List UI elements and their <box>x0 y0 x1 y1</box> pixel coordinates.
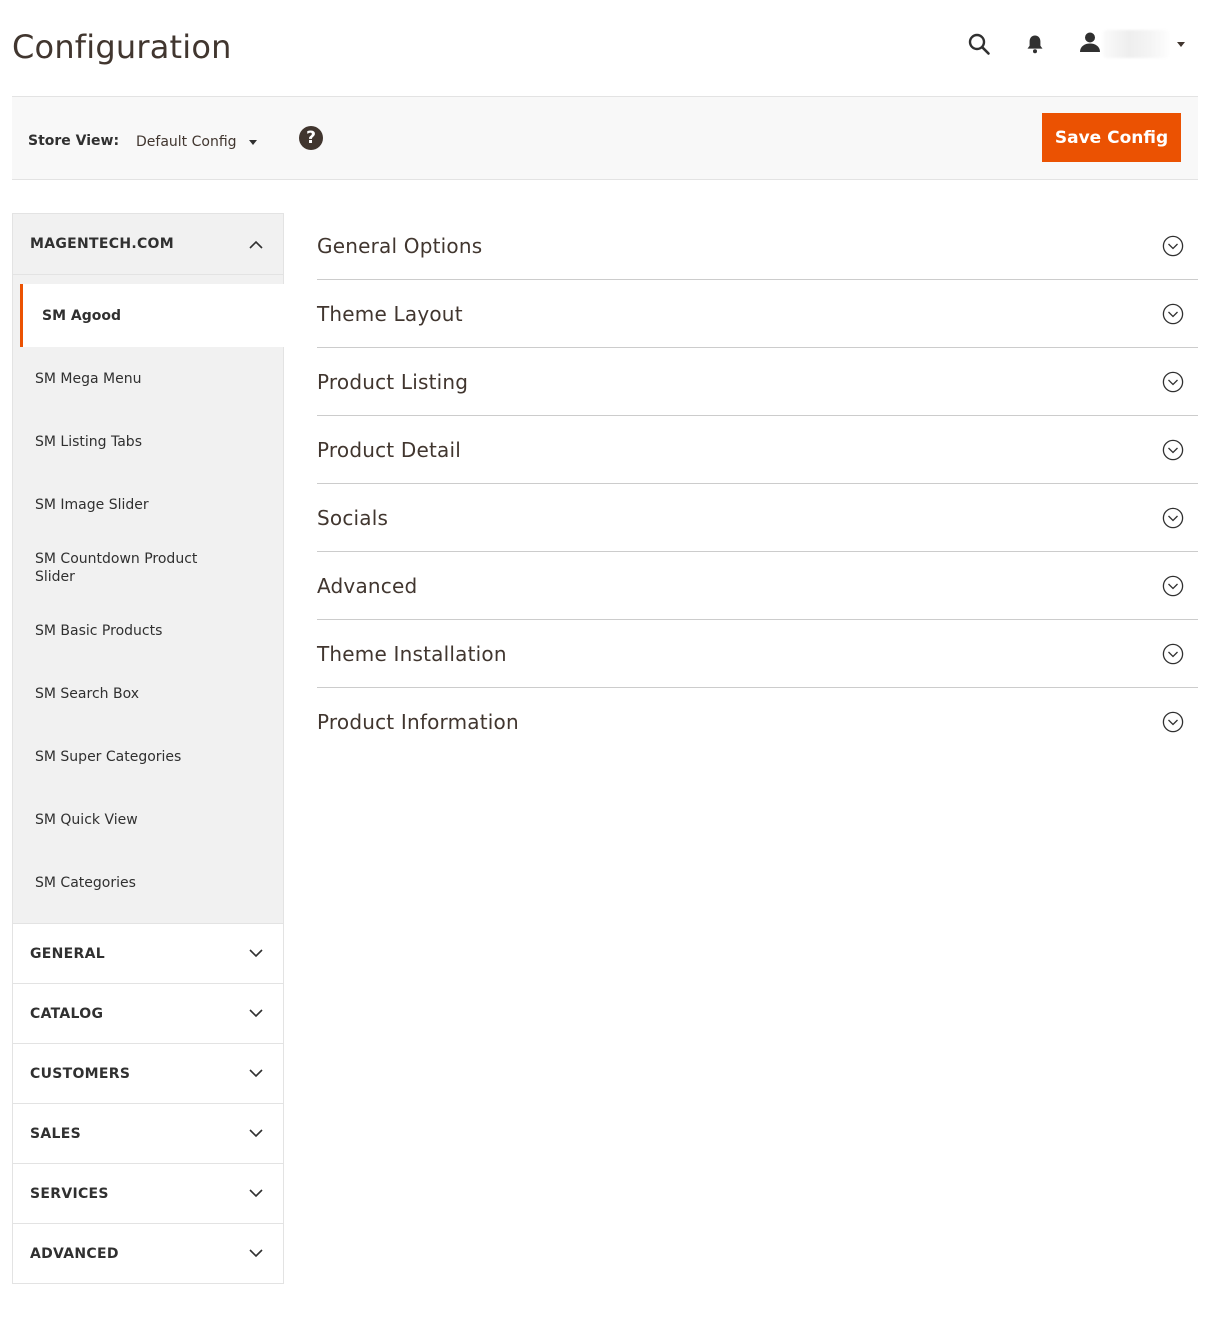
section-title: Product Information <box>317 710 519 734</box>
sidebar-item-sm-image-slider[interactable]: SM Image Slider <box>13 473 283 536</box>
sidebar-tab-title: MAGENTECH.COM <box>30 236 174 252</box>
sidebar-tab-title: SALES <box>30 1125 81 1142</box>
section-title: Advanced <box>317 573 418 598</box>
chevron-down-icon <box>249 1247 263 1261</box>
user-icon <box>1079 31 1101 57</box>
store-view-value: Default Config <box>136 134 237 150</box>
chevron-down-icon <box>1177 41 1185 47</box>
circle-chevron-down-icon <box>1162 575 1184 596</box>
sidebar-tab-header-general[interactable]: GENERAL <box>13 924 283 983</box>
search-icon[interactable] <box>963 28 995 60</box>
section-title: Socials <box>317 505 389 530</box>
sidebar-tab-services[interactable]: SERVICES <box>12 1163 284 1223</box>
sidebar-tab-title: GENERAL <box>30 945 105 962</box>
section-title: Product Detail <box>317 437 462 462</box>
sidebar-item-sm-quick-view[interactable]: SM Quick View <box>13 788 283 851</box>
circle-chevron-down-icon <box>1162 711 1184 733</box>
sidebar-tab-header-services[interactable]: SERVICES <box>13 1164 283 1223</box>
chevron-up-icon <box>249 237 263 251</box>
sidebar-tab-general[interactable]: GENERAL <box>12 923 284 983</box>
circle-chevron-down-icon <box>1162 507 1184 528</box>
sidebar-tab-catalog[interactable]: CATALOG <box>12 983 284 1043</box>
sidebar-item-sm-categories[interactable]: SM Categories <box>13 851 283 914</box>
sidebar-tab-magentech: MAGENTECH.COM SM Agood SM Mega Menu SM L… <box>12 213 284 923</box>
sidebar-item-sm-mega-menu[interactable]: SM Mega Menu <box>13 347 283 410</box>
sidebar-item-sm-search-box[interactable]: SM Search Box <box>13 662 283 725</box>
store-view-switcher[interactable]: Default Config <box>136 134 257 150</box>
section-product-detail[interactable]: Product Detail <box>317 416 1198 484</box>
sidebar-item-sm-listing-tabs[interactable]: SM Listing Tabs <box>13 410 283 473</box>
save-config-button[interactable]: Save Config <box>1042 113 1181 162</box>
chevron-down-icon <box>249 1007 263 1021</box>
sidebar-item-sm-countdown-product-slider[interactable]: SM Countdown Product Slider <box>13 536 283 599</box>
sidebar-tab-header-customers[interactable]: CUSTOMERS <box>13 1044 283 1103</box>
section-product-listing[interactable]: Product Listing <box>317 348 1198 416</box>
section-theme-layout[interactable]: Theme Layout <box>317 280 1198 348</box>
sidebar-tab-header-magentech[interactable]: MAGENTECH.COM <box>13 214 283 274</box>
section-product-information[interactable]: Product Information <box>317 688 1198 756</box>
sidebar-tab-sales[interactable]: SALES <box>12 1103 284 1163</box>
circle-chevron-down-icon <box>1162 235 1184 257</box>
sidebar-tab-header-catalog[interactable]: CATALOG <box>13 984 283 1043</box>
section-advanced[interactable]: Advanced <box>317 552 1198 620</box>
chevron-down-icon <box>249 1067 263 1081</box>
caret-down-icon <box>248 139 257 145</box>
config-sections: General Options Theme Layout Product Lis… <box>317 213 1198 756</box>
sidebar-tab-customers[interactable]: CUSTOMERS <box>12 1043 284 1103</box>
sidebar-tab-advanced[interactable]: ADVANCED <box>12 1223 284 1284</box>
store-view-label: Store View: <box>28 133 120 149</box>
section-title: General Options <box>317 234 483 258</box>
section-title: Product Listing <box>317 369 469 394</box>
chevron-down-icon <box>249 1187 263 1201</box>
sidebar-item-sm-agood[interactable]: SM Agood <box>20 284 284 347</box>
sidebar-tab-title: SERVICES <box>30 1185 109 1202</box>
sidebar-tab-title: ADVANCED <box>30 1245 119 1262</box>
page-title: Configuration <box>12 28 232 66</box>
sidebar-tab-header-sales[interactable]: SALES <box>13 1104 283 1163</box>
circle-chevron-down-icon <box>1162 439 1184 460</box>
section-title: Theme Layout <box>317 301 463 326</box>
header-actions <box>963 28 1185 60</box>
circle-chevron-down-icon <box>1162 371 1184 392</box>
chevron-down-icon <box>249 1127 263 1141</box>
page-actions-toolbar: Store View: Default Config ? Save Config <box>12 96 1198 180</box>
sidebar-sub-list: SM Agood SM Mega Menu SM Listing Tabs SM… <box>13 274 284 923</box>
section-title: Theme Installation <box>317 641 507 666</box>
sidebar-tab-header-advanced[interactable]: ADVANCED <box>13 1224 283 1283</box>
sidebar-item-sm-basic-products[interactable]: SM Basic Products <box>13 599 283 662</box>
circle-chevron-down-icon <box>1162 303 1184 324</box>
chevron-down-icon <box>249 947 263 961</box>
section-theme-installation[interactable]: Theme Installation <box>317 620 1198 688</box>
circle-chevron-down-icon <box>1162 643 1184 664</box>
config-sidebar: MAGENTECH.COM SM Agood SM Mega Menu SM L… <box>12 213 284 1284</box>
bell-icon[interactable] <box>1019 28 1051 60</box>
section-general-options[interactable]: General Options <box>317 213 1198 280</box>
sidebar-item-sm-super-categories[interactable]: SM Super Categories <box>13 725 283 788</box>
section-socials[interactable]: Socials <box>317 484 1198 552</box>
account-menu[interactable] <box>1079 30 1185 58</box>
sidebar-tab-title: CUSTOMERS <box>30 1065 131 1082</box>
sidebar-tab-title: CATALOG <box>30 1005 104 1022</box>
help-icon[interactable]: ? <box>299 126 323 150</box>
username <box>1103 30 1169 58</box>
